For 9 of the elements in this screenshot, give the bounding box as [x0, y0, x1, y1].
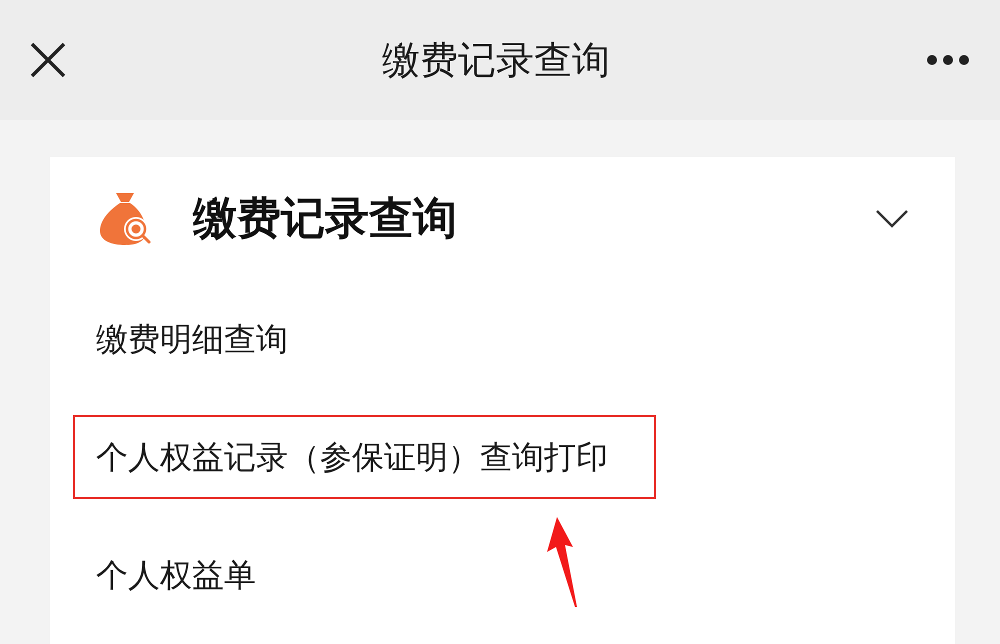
menu-item[interactable]: 个人权益单	[96, 551, 256, 599]
window-title: 缴费记录查询	[382, 36, 610, 84]
section-title: 缴费记录查询	[193, 192, 458, 246]
close-icon[interactable]	[30, 42, 66, 78]
more-icon[interactable]	[926, 54, 970, 66]
chevron-icon[interactable]	[875, 208, 909, 228]
menu-item[interactable]: 缴费明细查询	[96, 315, 288, 363]
section-header[interactable]: 缴费记录查询	[96, 157, 909, 280]
menu-item[interactable]: 个人权益记录（参保证明）查询打印	[73, 415, 656, 499]
